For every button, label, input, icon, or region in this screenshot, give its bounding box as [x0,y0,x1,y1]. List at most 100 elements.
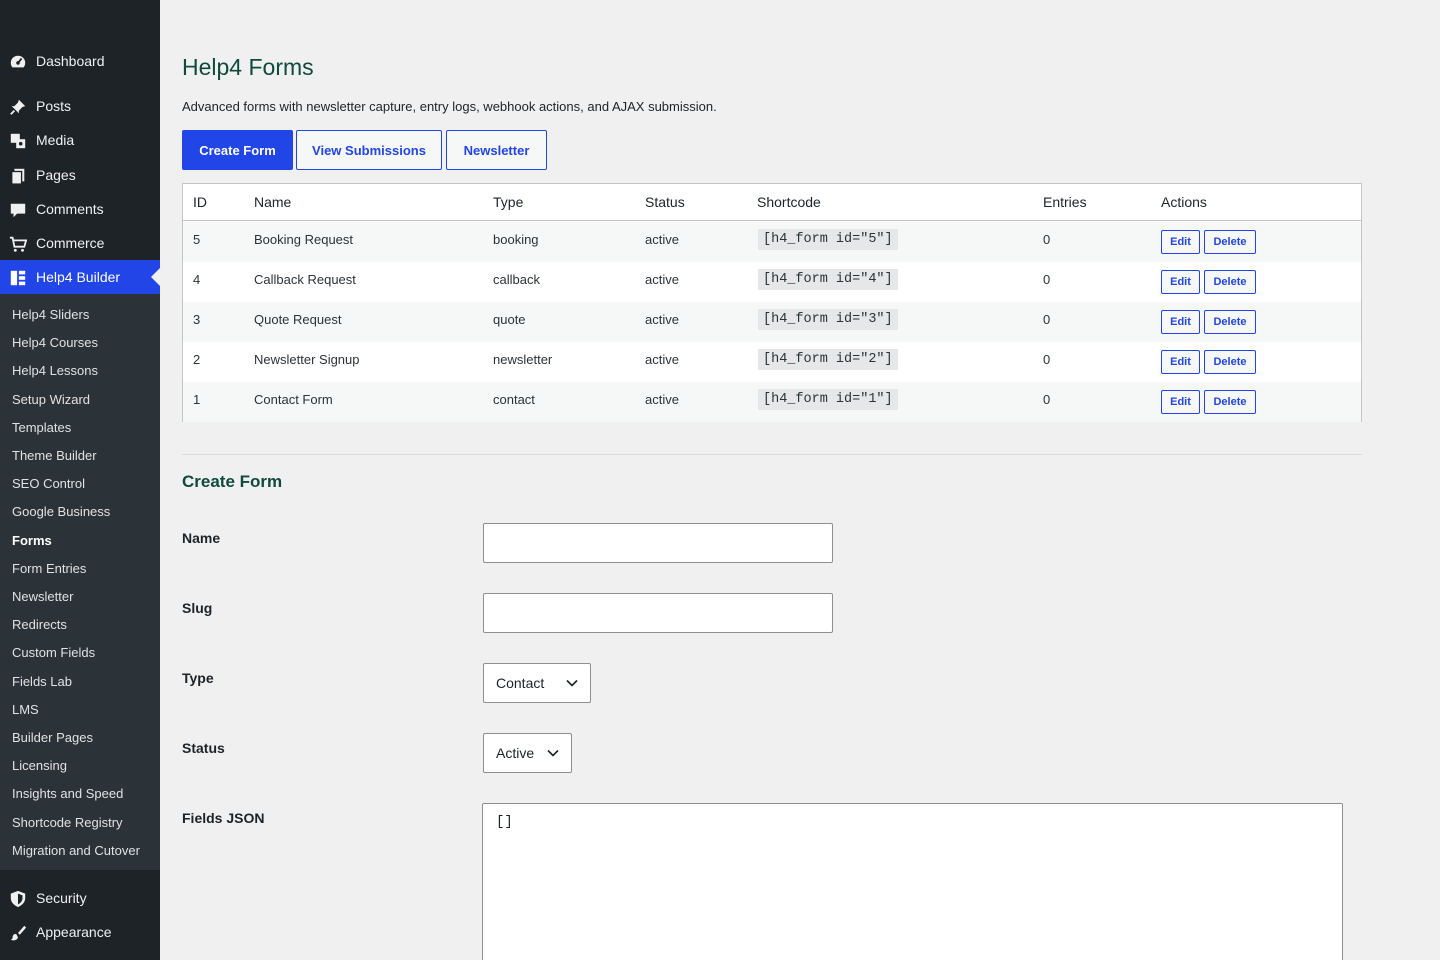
forms-table: ID Name Type Status Shortcode Entries Ac… [182,183,1362,422]
grid-icon [8,268,28,288]
delete-button[interactable]: Delete [1204,270,1256,294]
cell-type: booking [493,232,539,247]
menu-item-help4-builder[interactable]: Help4 Builder [0,260,160,294]
submenu-item-google-business[interactable]: Google Business [12,502,110,522]
cell-entries: 0 [1043,232,1051,247]
table-row: 3 Quote Request quote active 0 [h4_form id="3… [183,302,1361,342]
menu-item-posts[interactable]: Posts [0,89,160,123]
edit-button[interactable]: Edit [1161,390,1200,414]
delete-button[interactable]: Delete [1204,230,1256,254]
cell-type: quote [493,312,526,327]
menu-item-appearance[interactable]: Appearance [0,915,160,949]
type-select[interactable]: Contact [483,663,591,703]
cell-id: 5 [193,232,201,247]
cell-entries: 0 [1043,312,1051,327]
menu-label: Appearance [36,924,112,940]
cell-id: 2 [193,352,201,367]
submenu-item-theme-builder[interactable]: Theme Builder [12,446,97,466]
delete-button[interactable]: Delete [1204,310,1256,334]
submenu-item-seo-control[interactable]: SEO Control [12,474,85,494]
cell-name: Contact Form [254,392,333,407]
col-shortcode: Shortcode [757,194,821,210]
fields-json-textarea[interactable]: [] [482,803,1343,960]
menu-item-dashboard[interactable]: Dashboard [0,44,160,78]
submenu-item-forms[interactable]: Forms [12,531,52,551]
table-row: 2 Newsletter Signup newsletter active 0 [h4_f… [183,342,1361,382]
menu-label: Comments [36,201,104,217]
menu-label: Commerce [36,235,105,251]
comment-icon [8,200,28,220]
name-input[interactable] [483,523,833,563]
slug-input[interactable] [483,593,833,633]
col-entries: Entries [1043,194,1087,210]
submenu-item-shortcode-registry[interactable]: Shortcode Registry [12,813,123,833]
shield-icon [8,889,28,909]
cell-type: newsletter [493,352,553,367]
edit-button[interactable]: Edit [1161,310,1200,334]
col-actions: Actions [1161,194,1207,210]
delete-button[interactable]: Delete [1204,390,1256,414]
cell-entries: 0 [1043,352,1051,367]
cell-status: active [645,352,679,367]
view-submissions-button[interactable]: View Submissions [296,130,442,170]
current-arrow-icon [151,268,160,286]
col-name: Name [254,194,292,210]
brush-icon [8,923,28,943]
submenu-item-licensing[interactable]: Licensing [12,756,67,776]
create-form-button[interactable]: Create Form [182,130,293,170]
name-label: Name [182,530,221,546]
newsletter-button[interactable]: Newsletter [446,130,547,170]
slug-label: Slug [182,600,213,616]
status-select-value: Active [496,745,535,761]
submenu-item-help4-lessons[interactable]: Help4 Lessons [12,361,98,381]
submenu-item-newsletter[interactable]: Newsletter [12,587,73,607]
cell-name: Quote Request [254,312,342,327]
media-icon [8,131,28,151]
submenu-item-migration-and-cutover[interactable]: Migration and Cutover [12,841,140,861]
table-row: 4 Callback Request callback active 0 [h4_form… [183,262,1361,302]
submenu-item-insights-and-speed[interactable]: Insights and Speed [12,784,123,804]
cell-status: active [645,312,679,327]
page-title: Help4 Forms [182,54,314,80]
submenu-item-builder-pages[interactable]: Builder Pages [12,728,93,748]
shortcode-code: [h4_form id="2"] [758,349,898,370]
menu-item-comments[interactable]: Comments [0,192,160,226]
menu-item-media[interactable]: Media [0,123,160,157]
submenu-item-help4-courses[interactable]: Help4 Courses [12,333,98,353]
submenu-item-lms[interactable]: LMS [12,700,39,720]
shortcode-code: [h4_form id="4"] [758,269,898,290]
cell-entries: 0 [1043,392,1051,407]
cell-type: contact [493,392,535,407]
submenu-item-setup-wizard[interactable]: Setup Wizard [12,390,90,410]
cell-id: 1 [193,392,201,407]
edit-button[interactable]: Edit [1161,350,1200,374]
table-header: ID Name Type Status Shortcode Entries Ac… [183,184,1361,221]
table-row: 5 Booking Request booking active 0 [h4_form i… [183,222,1361,262]
submenu-item-redirects[interactable]: Redirects [12,615,67,635]
submenu-item-help4-sliders[interactable]: Help4 Sliders [12,305,89,325]
dashboard-icon [8,52,28,72]
menu-item-security[interactable]: Security [0,881,160,915]
delete-button[interactable]: Delete [1204,350,1256,374]
submenu-item-custom-fields[interactable]: Custom Fields [12,643,95,663]
submenu-item-form-entries[interactable]: Form Entries [12,559,86,579]
menu-item-commerce[interactable]: Commerce [0,226,160,260]
admin-sidebar: Dashboard Posts Media Pages Comments Com… [0,0,160,960]
status-label: Status [182,740,225,756]
submenu-item-templates[interactable]: Templates [12,418,71,438]
menu-label: Pages [36,167,76,183]
col-status: Status [645,194,685,210]
edit-button[interactable]: Edit [1161,270,1200,294]
col-id: ID [193,194,207,210]
edit-button[interactable]: Edit [1161,230,1200,254]
menu-item-pages[interactable]: Pages [0,158,160,192]
fields-json-label: Fields JSON [182,810,265,826]
section-divider [182,454,1362,455]
submenu-item-fields-lab[interactable]: Fields Lab [12,672,72,692]
status-select[interactable]: Active [483,733,572,773]
menu-label: Media [36,132,75,148]
shortcode-code: [h4_form id="3"] [758,309,898,330]
type-select-value: Contact [496,675,545,691]
table-row: 1 Contact Form contact active 0 [h4_form id="… [183,382,1361,422]
menu-label: Dashboard [36,53,105,69]
